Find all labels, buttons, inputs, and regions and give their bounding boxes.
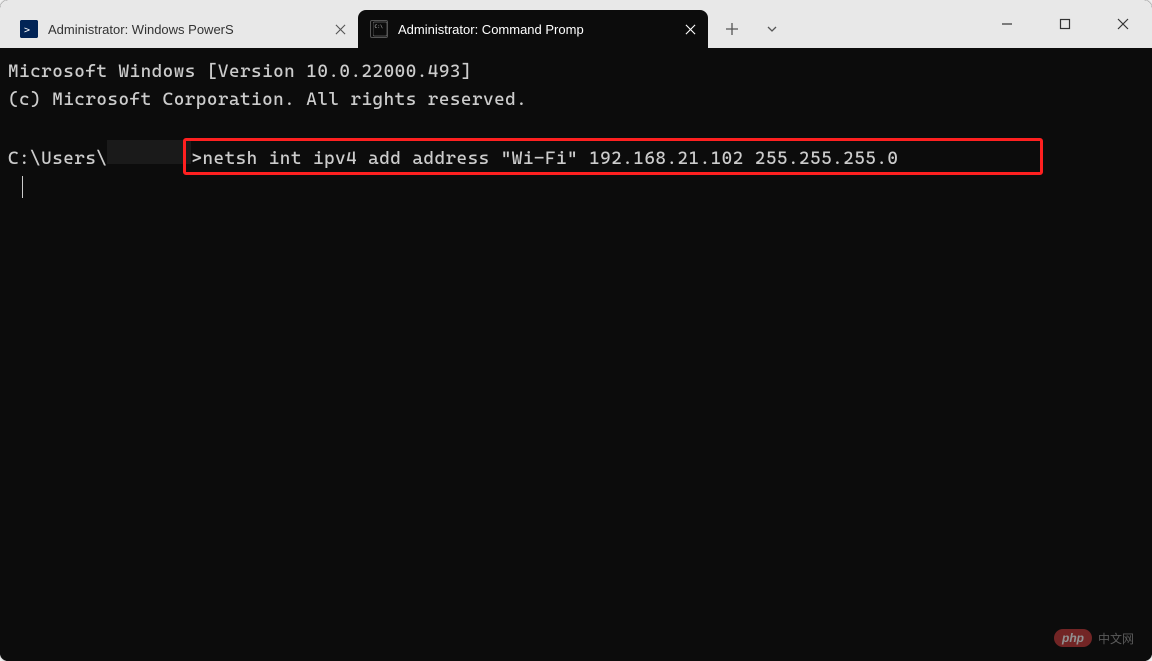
terminal-window: > Administrator: Windows PowerS C:\ Admi… [0, 0, 1152, 661]
prompt-prefix: C:\Users\ [8, 145, 107, 173]
terminal-body[interactable]: Microsoft Windows [Version 10.0.22000.49… [0, 48, 1152, 661]
terminal-output-line: (c) Microsoft Corporation. All rights re… [8, 86, 1144, 114]
new-tab-button[interactable] [712, 10, 752, 48]
tab-close-button[interactable] [680, 19, 700, 39]
watermark: php 中文网 [1054, 629, 1134, 647]
watermark-text: 中文网 [1098, 630, 1134, 647]
tab-powershell[interactable]: > Administrator: Windows PowerS [8, 10, 358, 48]
powershell-icon: > [20, 20, 38, 38]
svg-text:C:\: C:\ [375, 24, 384, 30]
tab-cmd[interactable]: C:\ Administrator: Command Promp [358, 10, 708, 48]
tab-title: Administrator: Windows PowerS [48, 22, 322, 37]
titlebar-drag-area[interactable] [792, 0, 978, 48]
cursor-row [8, 173, 1144, 201]
redacted-username [107, 140, 191, 164]
titlebar: > Administrator: Windows PowerS C:\ Admi… [0, 0, 1152, 48]
window-controls [978, 0, 1152, 48]
svg-text:>: > [24, 25, 30, 36]
tab-actions [712, 2, 792, 48]
minimize-button[interactable] [978, 0, 1036, 48]
terminal-prompt-row: C:\Users\ >netsh int ipv4 add address "Wi… [8, 140, 1144, 173]
terminal-output-line: Microsoft Windows [Version 10.0.22000.49… [8, 58, 1144, 86]
cmd-icon: C:\ [370, 20, 388, 38]
tab-close-button[interactable] [330, 19, 350, 39]
maximize-button[interactable] [1036, 0, 1094, 48]
close-button[interactable] [1094, 0, 1152, 48]
terminal-cursor [22, 176, 23, 198]
tabs-area: > Administrator: Windows PowerS C:\ Admi… [0, 0, 792, 48]
tab-title: Administrator: Command Promp [398, 22, 672, 37]
prompt-suffix: > [191, 145, 202, 173]
terminal-command: netsh int ipv4 add address "Wi-Fi" 192.1… [202, 145, 898, 173]
tab-dropdown-button[interactable] [752, 10, 792, 48]
watermark-pill: php [1054, 629, 1092, 647]
